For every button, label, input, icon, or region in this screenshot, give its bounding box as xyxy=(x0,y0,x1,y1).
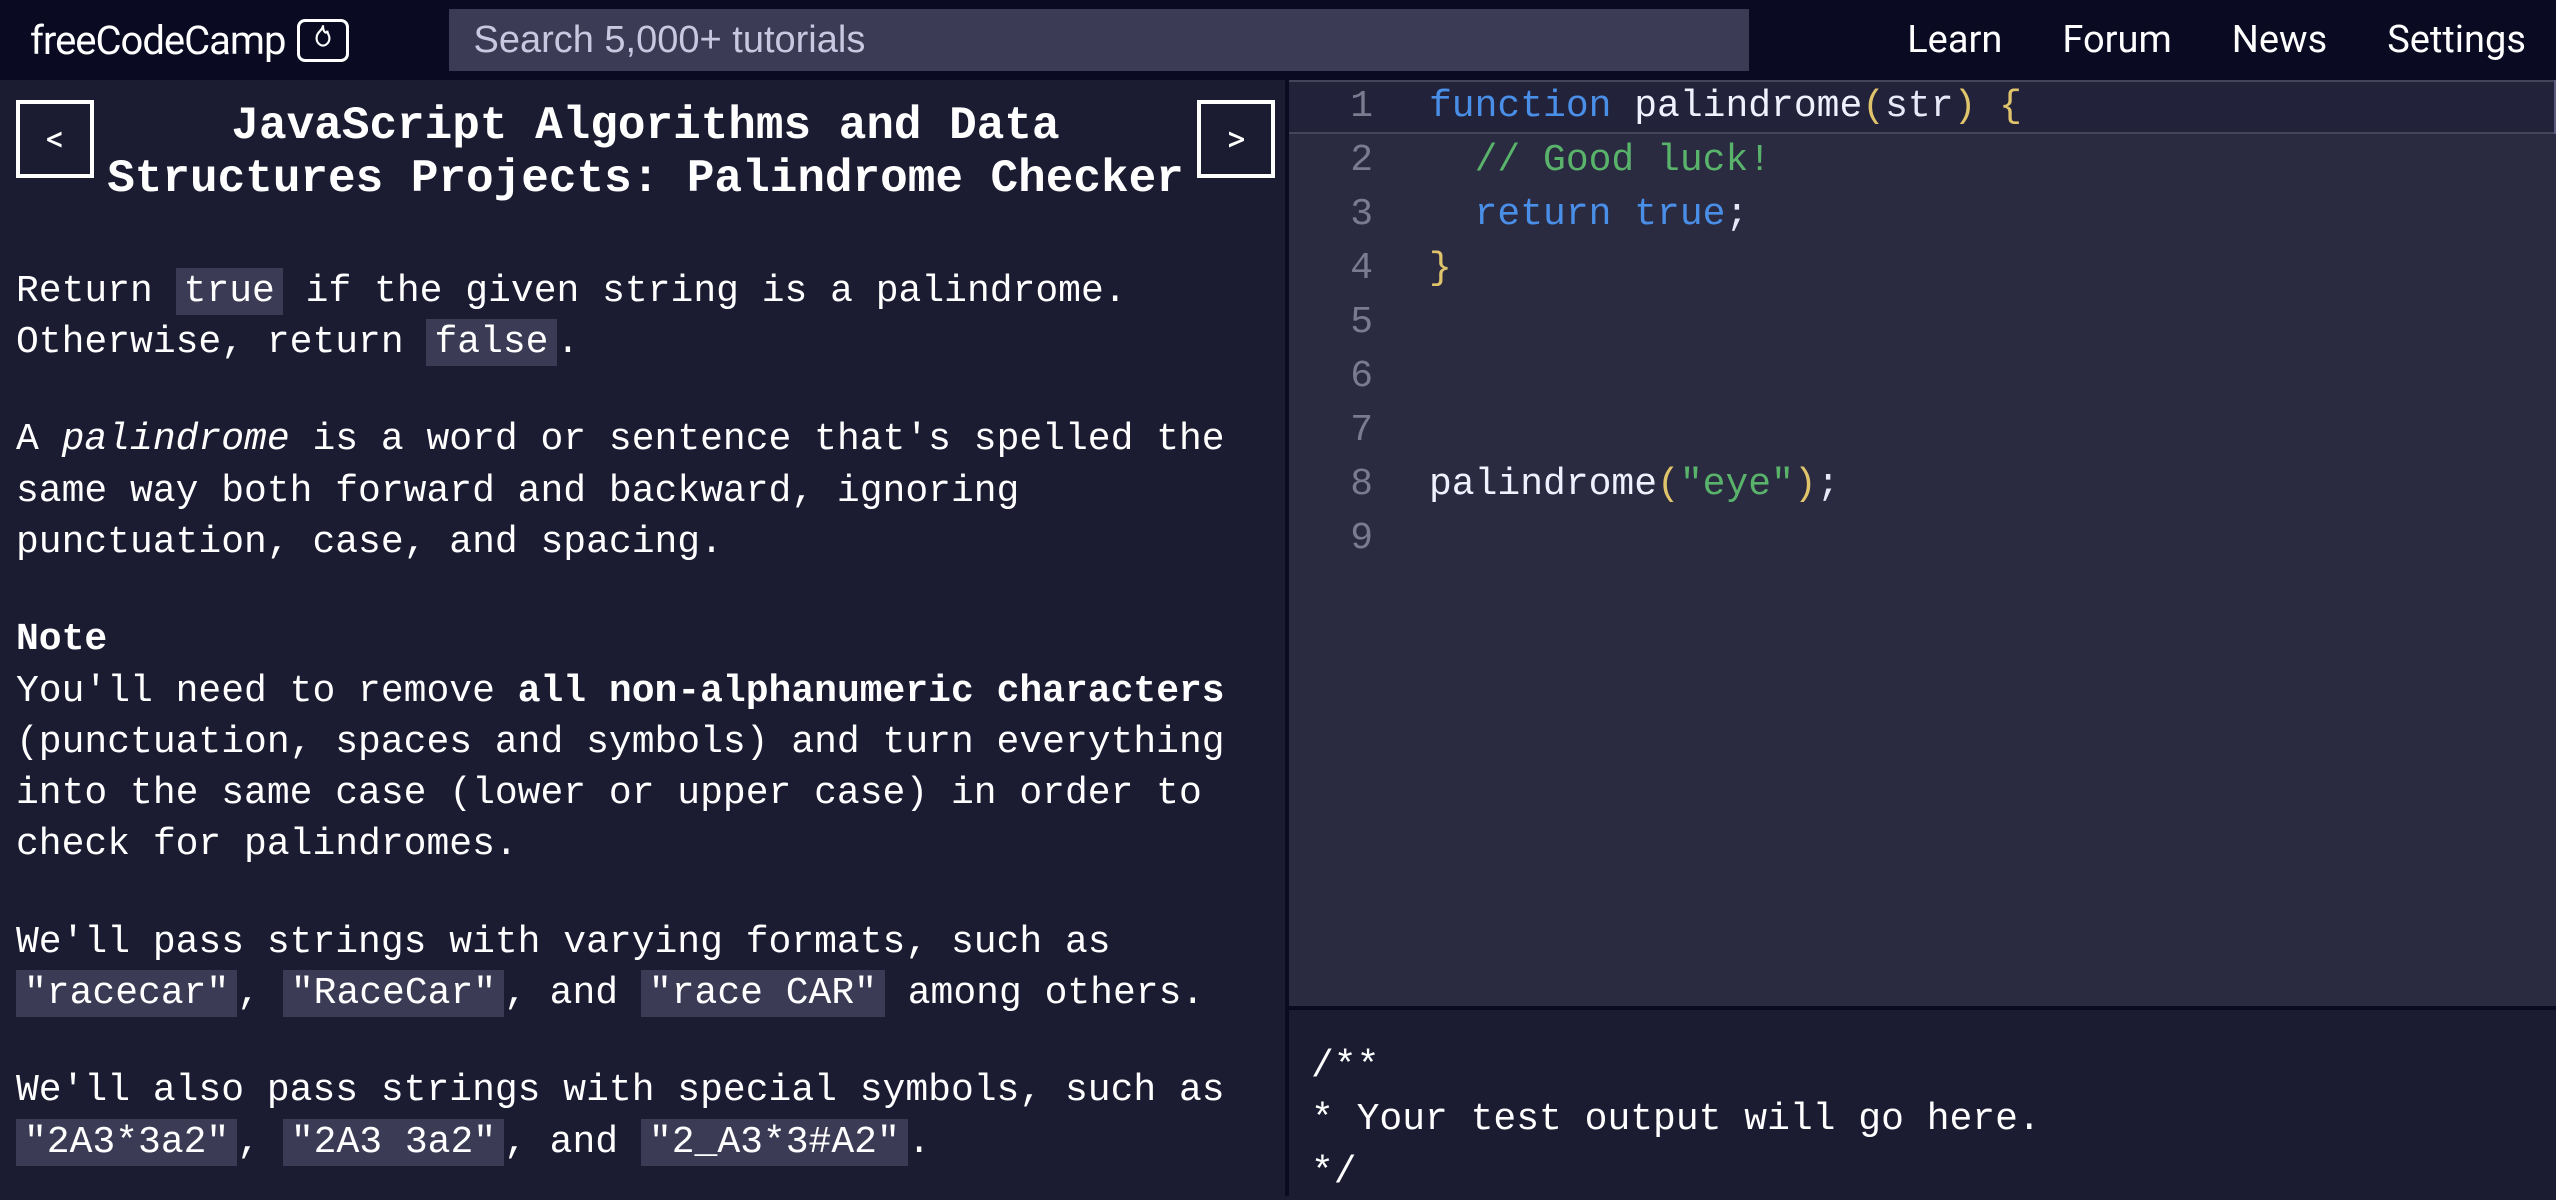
code-true: true xyxy=(176,268,283,315)
fire-icon xyxy=(310,22,336,57)
code-content[interactable] xyxy=(1401,404,2556,458)
bold-nonalpha: all non-alphanumeric characters xyxy=(518,670,1225,713)
text: You'll need to remove xyxy=(16,670,518,713)
text: among others. xyxy=(885,972,1204,1015)
gutter-number: 4 xyxy=(1289,242,1401,296)
text: , xyxy=(237,1121,283,1164)
code-ex4: "2A3*3a2" xyxy=(16,1119,237,1166)
desc-p4: We'll pass strings with varying formats,… xyxy=(16,917,1275,1020)
prev-challenge-button[interactable]: < xyxy=(16,100,94,178)
logo-box xyxy=(297,19,349,62)
editor-line[interactable]: 3 return true; xyxy=(1289,188,2556,242)
code-content[interactable]: function palindrome(str) { xyxy=(1401,80,2556,134)
desc-p5: We'll also pass strings with special sym… xyxy=(16,1065,1275,1168)
code-ex1: "racecar" xyxy=(16,970,237,1017)
text: , xyxy=(237,972,283,1015)
editor-line[interactable]: 6 xyxy=(1289,350,2556,404)
code-content[interactable]: return true; xyxy=(1401,188,2556,242)
nav-links: Learn Forum News Settings xyxy=(1907,18,2526,62)
editor-line[interactable]: 8palindrome("eye"); xyxy=(1289,458,2556,512)
text: . xyxy=(557,321,580,364)
gutter-number: 9 xyxy=(1289,512,1401,566)
gutter-number: 5 xyxy=(1289,296,1401,350)
code-editor[interactable]: 1function palindrome(str) {2 // Good luc… xyxy=(1289,80,2556,1006)
text: Return xyxy=(16,270,176,313)
search-input[interactable] xyxy=(449,9,1749,71)
lesson-title: JavaScript Algorithms and Data Structure… xyxy=(106,100,1185,206)
gutter-number: 1 xyxy=(1289,80,1401,134)
code-ex5: "2A3 3a2" xyxy=(283,1119,504,1166)
code-content[interactable]: // Good luck! xyxy=(1401,134,2556,188)
next-challenge-button[interactable]: > xyxy=(1197,100,1275,178)
text: A xyxy=(16,418,62,461)
text: , and xyxy=(504,972,641,1015)
gutter-number: 3 xyxy=(1289,188,1401,242)
editor-line[interactable]: 5 xyxy=(1289,296,2556,350)
gutter-number: 6 xyxy=(1289,350,1401,404)
text: We'll pass strings with varying formats,… xyxy=(16,921,1111,964)
gutter-number: 8 xyxy=(1289,458,1401,512)
lesson-titlebar: < JavaScript Algorithms and Data Structu… xyxy=(16,100,1275,206)
text: , and xyxy=(504,1121,641,1164)
editor-line[interactable]: 9 xyxy=(1289,512,2556,566)
search-container xyxy=(449,9,1749,71)
nav-link-settings[interactable]: Settings xyxy=(2387,18,2526,62)
logo[interactable]: freeCodeCamp xyxy=(30,17,349,64)
desc-p1: Return true if the given string is a pal… xyxy=(16,266,1275,369)
note-heading: Note xyxy=(16,618,107,661)
code-ex6: "2_A3*3#A2" xyxy=(641,1119,908,1166)
code-ex3: "race CAR" xyxy=(641,970,885,1017)
code-content[interactable] xyxy=(1401,512,2556,566)
emphasis-palindrome: palindrome xyxy=(62,418,290,461)
editor-line[interactable]: 2 // Good luck! xyxy=(1289,134,2556,188)
nav-link-news[interactable]: News xyxy=(2232,18,2327,62)
desc-p3: Note You'll need to remove all non-alpha… xyxy=(16,614,1275,870)
code-ex2: "RaceCar" xyxy=(283,970,504,1017)
console-output: /** * Your test output will go here. */ xyxy=(1289,1006,2556,1196)
main: < JavaScript Algorithms and Data Structu… xyxy=(0,80,2556,1196)
logo-text: freeCodeCamp xyxy=(30,17,285,64)
gutter-number: 7 xyxy=(1289,404,1401,458)
top-nav: freeCodeCamp Learn Forum News Settings xyxy=(0,0,2556,80)
desc-p2: A palindrome is a word or sentence that'… xyxy=(16,414,1275,568)
editor-line[interactable]: 7 xyxy=(1289,404,2556,458)
nav-link-forum[interactable]: Forum xyxy=(2062,18,2171,62)
editor-line[interactable]: 1function palindrome(str) { xyxy=(1289,80,2556,134)
lesson-description: Return true if the given string is a pal… xyxy=(16,266,1275,1168)
instructions-panel: < JavaScript Algorithms and Data Structu… xyxy=(0,80,1285,1196)
code-content[interactable]: palindrome("eye"); xyxy=(1401,458,2556,512)
code-content[interactable] xyxy=(1401,350,2556,404)
nav-link-learn[interactable]: Learn xyxy=(1907,18,2002,62)
code-false: false xyxy=(426,319,556,366)
text: We'll also pass strings with special sym… xyxy=(16,1069,1225,1112)
text: . xyxy=(908,1121,931,1164)
editor-line[interactable]: 4} xyxy=(1289,242,2556,296)
editor-column: 1function palindrome(str) {2 // Good luc… xyxy=(1285,80,2556,1196)
text: (punctuation, spaces and symbols) and tu… xyxy=(16,721,1225,867)
gutter-number: 2 xyxy=(1289,134,1401,188)
code-content[interactable]: } xyxy=(1401,242,2556,296)
code-content[interactable] xyxy=(1401,296,2556,350)
